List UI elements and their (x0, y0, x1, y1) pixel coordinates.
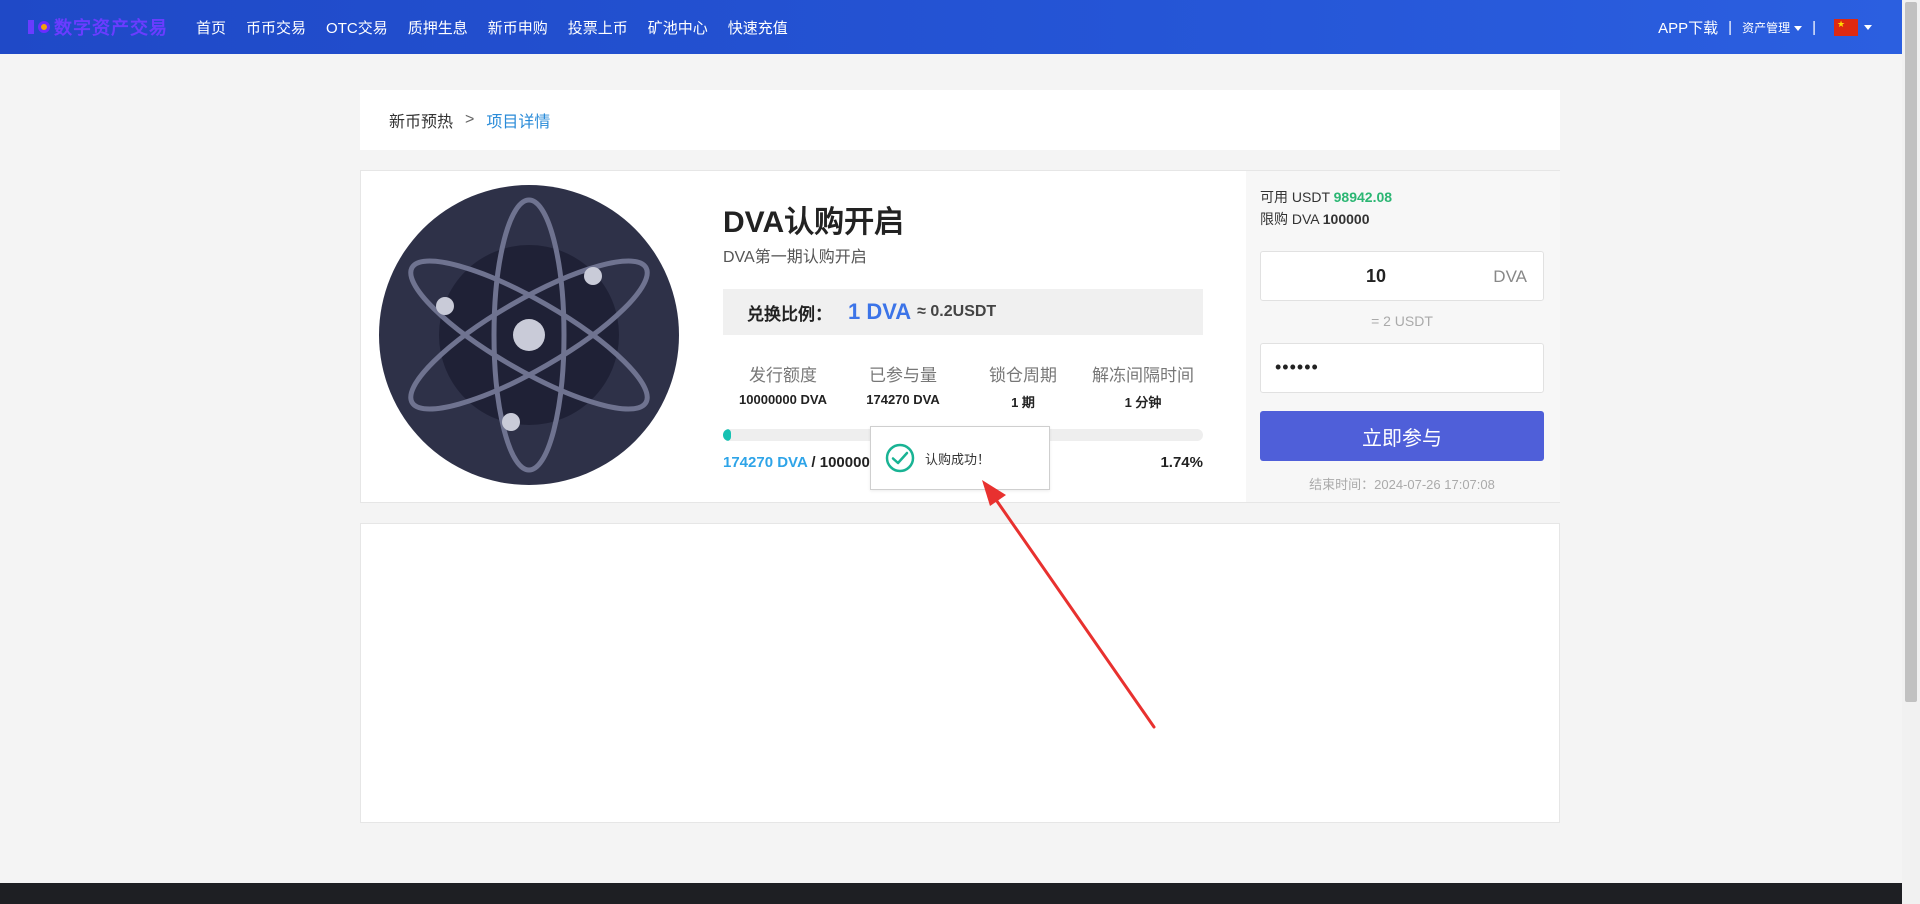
breadcrumb-current: 项目详情 (486, 114, 551, 131)
china-flag-icon (1834, 18, 1858, 36)
breadcrumb-separator: > (465, 111, 475, 128)
logo-mark-icon (38, 21, 50, 33)
asset-manage-menu[interactable]: 资产管理 (1742, 19, 1803, 36)
amount-input[interactable]: 10 DVA (1260, 251, 1544, 301)
nav-new-coin-subscription[interactable]: 新币申购 (488, 17, 548, 38)
join-now-button[interactable]: 立即参与 (1260, 411, 1544, 461)
language-switcher[interactable] (1834, 18, 1872, 36)
ratio-label: 兑换比例： (747, 304, 832, 324)
available-balance: 可用 USDT 98942.08 (1260, 189, 1393, 205)
page-scrollbar[interactable] (1902, 0, 1920, 904)
stat-lock-period: 锁仓周期 1 期 (989, 366, 1057, 410)
nav-quick-deposit[interactable]: 快速充值 (728, 17, 788, 38)
toast-message: 认购成功！ (925, 451, 991, 467)
site-logo[interactable]: 数字资产交易 (28, 12, 168, 42)
password-input[interactable]: •••••• (1260, 343, 1544, 393)
amount-unit: DVA (1493, 267, 1527, 286)
nav-home[interactable]: 首页 (196, 17, 226, 38)
purchase-limit: 限购 DVA 100000 (1260, 211, 1370, 227)
project-detail-content (360, 523, 1560, 823)
project-title: DVA认购开启 (723, 206, 905, 239)
chevron-down-icon (1864, 24, 1872, 30)
header-right: APP下载 | 资产管理 | (1658, 0, 1872, 54)
success-toast: 认购成功！ (870, 426, 1050, 490)
exchange-ratio: 兑换比例： 1 DVA ≈ 0.2USDT (723, 289, 1203, 335)
password-mask: •••••• (1275, 357, 1319, 377)
subscribe-panel: 可用 USDT 98942.08 限购 DVA 100000 10 DVA = … (1246, 171, 1560, 502)
usdt-equivalent: = 2 USDT (1371, 313, 1433, 329)
top-nav-bar: 数字资产交易 首页 币币交易 OTC交易 质押生息 新币申购 投票上币 矿池中心… (0, 0, 1902, 54)
page-footer (0, 883, 1902, 904)
main-nav: 首页 币币交易 OTC交易 质押生息 新币申购 投票上币 矿池中心 快速充值 (196, 0, 808, 54)
project-subtitle: DVA第一期认购开启 (723, 249, 867, 266)
breadcrumb: 新币预热 > 项目详情 (360, 90, 1560, 150)
nav-staking[interactable]: 质押生息 (408, 17, 468, 38)
nav-spot-trading[interactable]: 币币交易 (246, 17, 306, 38)
progress-fill (723, 429, 732, 441)
nav-separator: | (1812, 18, 1816, 36)
nav-vote-listing[interactable]: 投票上币 (568, 17, 628, 38)
logo-text: 数字资产交易 (54, 18, 168, 38)
ratio-value: 1 DVA (848, 299, 912, 324)
end-time: 结束时间：2024-07-26 17:07:08 (1309, 477, 1495, 492)
progress-percent: 1.74% (1160, 454, 1203, 471)
nav-separator: | (1728, 18, 1733, 36)
scrollbar-thumb[interactable] (1905, 2, 1917, 702)
stat-issue-amount: 发行额度 10000000 DVA (739, 366, 827, 407)
amount-value: 10 (1365, 266, 1387, 286)
stat-unlock-interval: 解冻间隔时间 1 分钟 (1092, 366, 1194, 410)
nav-mining-pool[interactable]: 矿池中心 (648, 17, 708, 38)
check-circle-icon (885, 443, 915, 473)
project-stats: 发行额度 10000000 DVA 已参与量 174270 DVA 锁仓周期 1… (723, 361, 1205, 411)
nav-otc-trading[interactable]: OTC交易 (326, 17, 388, 38)
chevron-down-icon (1794, 25, 1803, 31)
cosmos-atom-icon (379, 185, 679, 485)
breadcrumb-parent[interactable]: 新币预热 (389, 108, 453, 132)
app-download-link[interactable]: APP下载 (1658, 17, 1718, 38)
stat-participated: 已参与量 174270 DVA (866, 366, 940, 407)
ratio-approx: ≈ 0.2USDT (917, 303, 997, 320)
progress-sold: 174270 DVA (723, 454, 808, 471)
